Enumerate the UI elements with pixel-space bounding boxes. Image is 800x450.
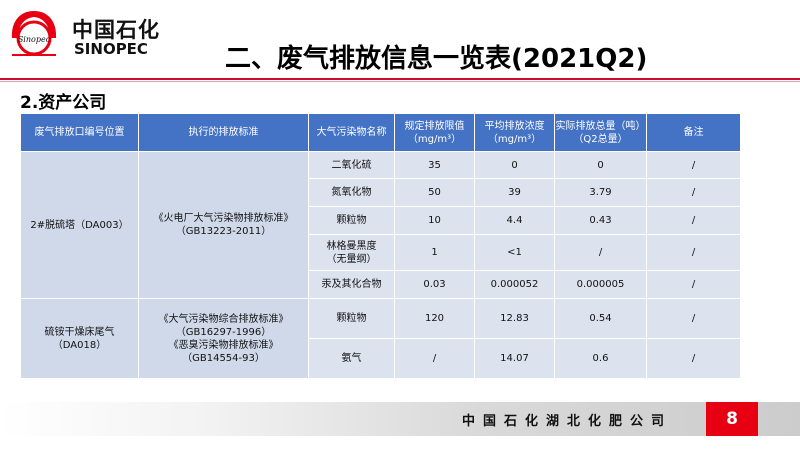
total-cell: 0.000005: [554, 270, 647, 299]
remark-cell: /: [646, 206, 741, 235]
table-row: 2#脱硫塔（DA003） 《火电厂大气污染物排放标准》 （GB13223-201…: [20, 151, 741, 299]
remark-cell: /: [646, 234, 741, 271]
page-title: 二、废气排放信息一览表(2021Q2): [225, 44, 648, 74]
pollutant-line1: 林格曼黑度: [326, 240, 377, 252]
section-title: 2.资产公司: [20, 93, 107, 113]
header-remark: 备注: [646, 113, 741, 152]
total-cell: 0.54: [554, 298, 647, 339]
pollutant-cell: 氮氧化物: [308, 178, 395, 207]
avg-cell: 4.4: [474, 206, 555, 235]
page-number: 8: [706, 402, 758, 436]
title-divider: [0, 78, 800, 80]
remark-cell: /: [646, 338, 741, 379]
brand-name-en: SINOPEC: [74, 40, 148, 58]
table-header-row: 废气排放口编号位置 执行的排放标准 大气污染物名称 规定排放限值 （mg/m³）…: [20, 113, 741, 152]
pollutant-cell: 颗粒物: [308, 298, 395, 339]
standard-line2: （GB16297-1996）: [175, 326, 272, 338]
header-outlet: 废气排放口编号位置: [20, 113, 139, 152]
total-cell: 0.43: [554, 206, 647, 235]
avg-cell: 0: [474, 151, 555, 179]
sinopec-logo-icon: Sinopec: [8, 8, 60, 62]
outlet-cell: 2#脱硫塔（DA003）: [20, 151, 139, 299]
total-cell: /: [554, 234, 647, 271]
title-divider-light: [0, 81, 800, 82]
avg-cell: 39: [474, 178, 555, 207]
standard-cell: 《大气污染物综合排放标准》 （GB16297-1996） 《恶臭污染物排放标准》…: [138, 298, 309, 379]
svg-text:Sinopec: Sinopec: [18, 35, 51, 44]
header-limit-line1: 规定排放限值: [404, 120, 465, 132]
remark-cell: /: [646, 298, 741, 339]
header-total-line2: （Q2总量）: [573, 133, 628, 145]
remark-cell: /: [646, 151, 741, 179]
limit-cell: 10: [394, 206, 475, 235]
header-pollutant: 大气污染物名称: [308, 113, 395, 152]
header-avg-line2: （mg/m³）: [487, 133, 542, 145]
avg-cell: 0.000052: [474, 270, 555, 299]
emission-table: 废气排放口编号位置 执行的排放标准 大气污染物名称 规定排放限值 （mg/m³）…: [20, 113, 741, 379]
limit-cell: 35: [394, 151, 475, 179]
pollutant-cell: 氨气: [308, 338, 395, 379]
table-row: 硫铵干燥床尾气 （DA018） 《大气污染物综合排放标准》 （GB16297-1…: [20, 298, 741, 379]
footer-band: [0, 402, 800, 436]
standard-line1: 《火电厂大气污染物排放标准》: [153, 213, 294, 224]
pollutant-cell: 颗粒物: [308, 206, 395, 235]
standard-line3: 《恶臭污染物排放标准》: [168, 339, 279, 351]
header-standard: 执行的排放标准: [138, 113, 309, 152]
outlet-cell: 硫铵干燥床尾气 （DA018）: [20, 298, 139, 379]
standard-line2: （GB13223-2011）: [175, 226, 272, 237]
remark-cell: /: [646, 270, 741, 299]
pollutant-cell: 林格曼黑度 （无量纲）: [308, 234, 395, 271]
total-cell: 0: [554, 151, 647, 179]
standard-cell: 《火电厂大气污染物排放标准》 （GB13223-2011）: [138, 151, 309, 299]
pollutant-cell: 二氧化硫: [308, 151, 395, 179]
total-cell: 0.6: [554, 338, 647, 379]
pollutant-cell: 汞及其化合物: [308, 270, 395, 299]
header-limit-line2: （mg/m³）: [407, 133, 462, 145]
header-avg-line1: 平均排放浓度: [484, 120, 545, 132]
avg-cell: <1: [474, 234, 555, 271]
header-avg: 平均排放浓度 （mg/m³）: [474, 113, 555, 152]
outlet-line1: 硫铵干燥床尾气: [44, 326, 115, 338]
header-total-line1: 实际排放总量（吨）: [555, 120, 646, 132]
header-limit: 规定排放限值 （mg/m³）: [394, 113, 475, 152]
limit-cell: 120: [394, 298, 475, 339]
limit-cell: 50: [394, 178, 475, 207]
limit-cell: /: [394, 338, 475, 379]
pollutant-line2: （无量纲）: [326, 253, 377, 265]
limit-cell: 0.03: [394, 270, 475, 299]
footer-company: 中国石化湖北化肥公司: [462, 414, 673, 429]
avg-cell: 12.83: [474, 298, 555, 339]
avg-cell: 14.07: [474, 338, 555, 379]
outlet-line2: （DA018）: [52, 339, 107, 351]
standard-line4: （GB14554-93）: [182, 352, 265, 364]
limit-cell: 1: [394, 234, 475, 271]
total-cell: 3.79: [554, 178, 647, 207]
standard-line1: 《大气污染物综合排放标准》: [158, 313, 289, 325]
header-total: 实际排放总量（吨） （Q2总量）: [554, 113, 647, 152]
remark-cell: /: [646, 178, 741, 207]
